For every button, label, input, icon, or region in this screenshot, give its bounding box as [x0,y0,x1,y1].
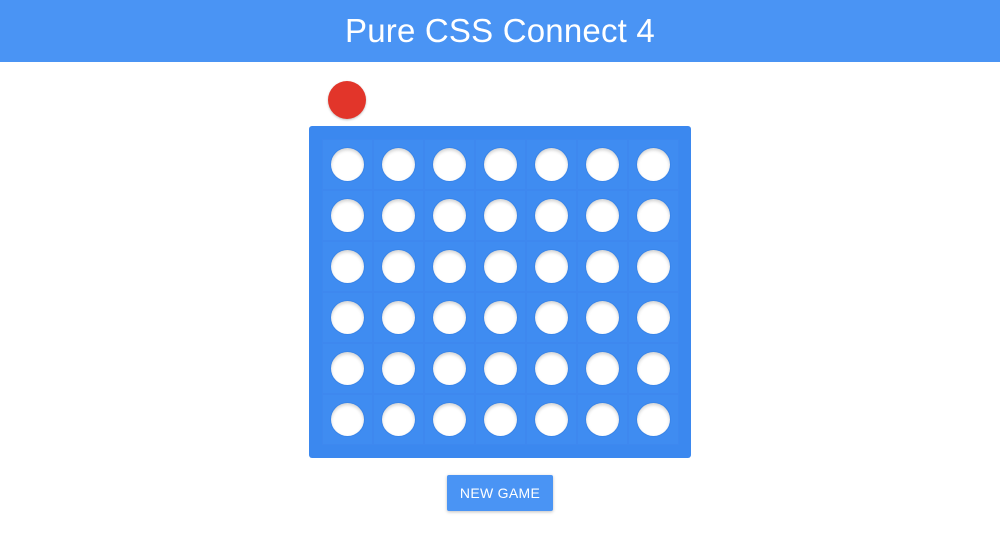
board-cell-r4-c3[interactable] [424,292,475,343]
board-cell-r3-c5[interactable] [526,241,577,292]
board-cell-r1-c3[interactable] [424,139,475,190]
board-cell-r3-c6[interactable] [577,241,628,292]
board-cell-r3-c4[interactable] [475,241,526,292]
board-cell-r2-c3[interactable] [424,190,475,241]
board-cell-r4-c5[interactable] [526,292,577,343]
empty-slot [484,148,517,181]
board-cell-r1-c6[interactable] [577,139,628,190]
empty-slot [331,148,364,181]
empty-slot [637,199,670,232]
board-grid [322,139,680,447]
board-cell-r5-c3[interactable] [424,343,475,394]
empty-slot [433,301,466,334]
empty-slot [586,148,619,181]
board-cell-r5-c2[interactable] [373,343,424,394]
empty-slot [586,403,619,436]
empty-slot [586,250,619,283]
empty-slot [637,352,670,385]
board-cell-r4-c6[interactable] [577,292,628,343]
empty-slot [331,199,364,232]
empty-slot [433,352,466,385]
board-cell-r1-c7[interactable] [628,139,679,190]
board-cell-r5-c5[interactable] [526,343,577,394]
new-game-button[interactable]: NEW GAME [447,475,553,511]
board-cell-r1-c4[interactable] [475,139,526,190]
board-cell-r6-c4[interactable] [475,394,526,445]
empty-slot [382,301,415,334]
game-board [309,126,691,458]
empty-slot [433,403,466,436]
board-cell-r6-c5[interactable] [526,394,577,445]
empty-slot [433,199,466,232]
app-header: Pure CSS Connect 4 [0,0,1000,62]
empty-slot [331,301,364,334]
board-cell-r2-c1[interactable] [322,190,373,241]
empty-slot [637,301,670,334]
board-cell-r6-c7[interactable] [628,394,679,445]
empty-slot [484,250,517,283]
empty-slot [484,352,517,385]
empty-slot [535,352,568,385]
empty-slot [484,301,517,334]
board-cell-r2-c5[interactable] [526,190,577,241]
empty-slot [433,250,466,283]
board-cell-r1-c2[interactable] [373,139,424,190]
empty-slot [535,250,568,283]
empty-slot [586,301,619,334]
empty-slot [382,148,415,181]
board-cell-r4-c7[interactable] [628,292,679,343]
empty-slot [382,403,415,436]
board-cell-r2-c6[interactable] [577,190,628,241]
board-cell-r5-c1[interactable] [322,343,373,394]
board-cell-r3-c1[interactable] [322,241,373,292]
empty-slot [382,199,415,232]
page-title: Pure CSS Connect 4 [345,12,655,49]
empty-slot [637,148,670,181]
board-cell-r6-c1[interactable] [322,394,373,445]
empty-slot [586,199,619,232]
empty-slot [382,250,415,283]
board-cell-r1-c5[interactable] [526,139,577,190]
board-cell-r5-c6[interactable] [577,343,628,394]
empty-slot [331,250,364,283]
empty-slot [637,403,670,436]
empty-slot [637,250,670,283]
board-cell-r4-c4[interactable] [475,292,526,343]
empty-slot [535,301,568,334]
empty-slot [535,148,568,181]
board-cell-r6-c2[interactable] [373,394,424,445]
board-cell-r2-c4[interactable] [475,190,526,241]
empty-slot [331,352,364,385]
board-cell-r2-c2[interactable] [373,190,424,241]
board-cell-r3-c2[interactable] [373,241,424,292]
empty-slot [382,352,415,385]
board-cell-r5-c4[interactable] [475,343,526,394]
empty-slot [433,148,466,181]
empty-slot [586,352,619,385]
board-cell-r6-c6[interactable] [577,394,628,445]
board-cell-r4-c1[interactable] [322,292,373,343]
board-cell-r4-c2[interactable] [373,292,424,343]
board-cell-r1-c1[interactable] [322,139,373,190]
empty-slot [484,403,517,436]
board-cell-r2-c7[interactable] [628,190,679,241]
current-player-piece[interactable] [328,81,366,119]
board-cell-r3-c7[interactable] [628,241,679,292]
empty-slot [535,199,568,232]
board-cell-r6-c3[interactable] [424,394,475,445]
empty-slot [535,403,568,436]
board-cell-r3-c3[interactable] [424,241,475,292]
empty-slot [484,199,517,232]
empty-slot [331,403,364,436]
board-cell-r5-c7[interactable] [628,343,679,394]
